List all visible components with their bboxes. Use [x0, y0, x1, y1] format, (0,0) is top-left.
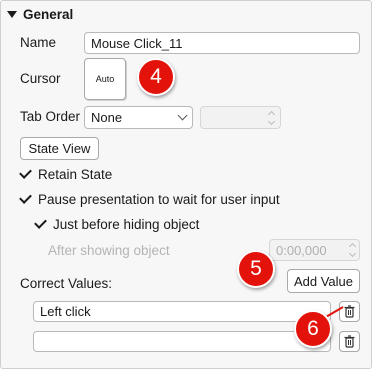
- callout-badge-5: 5: [237, 250, 275, 288]
- callout-badge-6: 6: [294, 310, 332, 348]
- callout-badge-4: 4: [137, 58, 175, 96]
- properties-panel: General Name Mouse Click_11 Cursor Auto …: [0, 0, 372, 369]
